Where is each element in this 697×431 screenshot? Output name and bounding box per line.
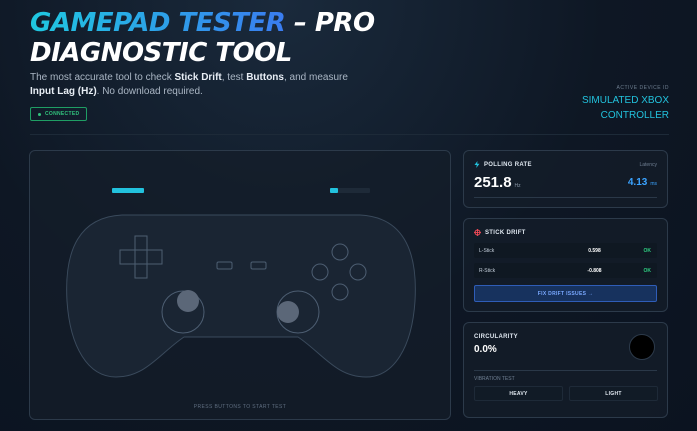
drift-row-value: -0.808	[587, 267, 602, 274]
subtitle-part: Buttons	[246, 72, 284, 83]
circularity-card: CIRCULARITY 0.0% VIBRATION TEST HEAVY LI…	[463, 322, 668, 418]
drift-row-status: OK	[643, 267, 652, 274]
page-subtitle: The most accurate tool to check Stick Dr…	[30, 71, 375, 99]
latency-label: Latency	[639, 162, 657, 168]
polling-rate-value: 251.8 Hz	[474, 174, 521, 191]
subtitle-part: Input Lag (Hz)	[30, 86, 97, 97]
device-name: SIMULATED XBOX CONTROLLER	[581, 95, 669, 121]
polling-rule	[474, 197, 657, 198]
latency-unit: ms	[650, 181, 657, 187]
drift-row-right: R-Stick -0.808 OK	[474, 263, 657, 278]
latency-number: 4.13	[627, 177, 648, 188]
stick-drift-title: STICK DRIFT	[474, 229, 526, 236]
status-text: CONNECTED	[45, 111, 80, 117]
gamepad-svg	[66, 188, 416, 378]
drift-row-left: L-Stick 0.598 OK	[474, 243, 657, 258]
subtitle-part: Stick Drift	[174, 72, 222, 83]
status-badge: CONNECTED	[30, 107, 88, 121]
stick-drift-card: STICK DRIFT L-Stick 0.598 OK R-Stick -0.…	[463, 218, 668, 312]
title-dash: – PRO	[285, 8, 375, 38]
title-accent: GAMEPAD TESTER	[30, 8, 286, 38]
polling-rate-unit: Hz	[514, 183, 521, 189]
drift-row-status: OK	[643, 247, 652, 254]
right-stick-thumb[interactable]	[277, 301, 299, 323]
status-dot-icon	[38, 112, 41, 116]
subtitle-part: , and measure	[283, 72, 348, 83]
circularity-value: 0.0%	[474, 344, 497, 355]
title-line2: DIAGNOSTIC TOOL	[30, 38, 292, 68]
left-trigger-fill	[112, 188, 144, 193]
header-divider	[30, 134, 669, 135]
vibration-label: VIBRATION TEST	[474, 376, 515, 382]
circularity-title: CIRCULARITY	[474, 334, 518, 340]
circularity-canvas	[629, 334, 655, 360]
left-stick-thumb[interactable]	[177, 290, 199, 312]
start-hint: PRESS BUTTONS TO START TEST	[193, 404, 287, 410]
bolt-icon	[474, 161, 480, 168]
page-title: GAMEPAD TESTER – PRO DIAGNOSTIC TOOL	[30, 8, 375, 68]
vibration-heavy-button[interactable]: HEAVY	[474, 386, 563, 401]
right-trigger-fill	[330, 188, 338, 193]
subtitle-part: . No download required.	[96, 86, 203, 97]
fix-drift-button[interactable]: FIX DRIFT ISSUES →	[474, 285, 657, 302]
vibration-light-button[interactable]: LIGHT	[569, 386, 658, 401]
drift-row-label: L-Stick	[479, 247, 495, 254]
circularity-rule	[474, 370, 657, 371]
gamepad-body	[66, 214, 416, 378]
crosshair-icon	[474, 229, 481, 236]
device-label: ACTIVE DEVICE ID	[616, 85, 669, 91]
polling-rate-title: POLLING RATE	[474, 161, 532, 168]
subtitle-part: The most accurate tool to check	[30, 72, 175, 83]
subtitle-part: , test	[221, 72, 247, 83]
drift-row-value: 0.598	[588, 247, 601, 254]
drift-row-label: R-Stick	[479, 267, 496, 274]
gamepad-visualizer: PRESS BUTTONS TO START TEST	[29, 150, 451, 420]
polling-rate-card: POLLING RATE Latency 251.8 Hz 4.13 ms	[463, 150, 668, 208]
polling-rate-title-text: POLLING RATE	[484, 161, 532, 168]
polling-rate-number: 251.8	[474, 174, 512, 191]
latency-value: 4.13 ms	[628, 177, 657, 188]
stick-drift-title-text: STICK DRIFT	[485, 229, 526, 236]
